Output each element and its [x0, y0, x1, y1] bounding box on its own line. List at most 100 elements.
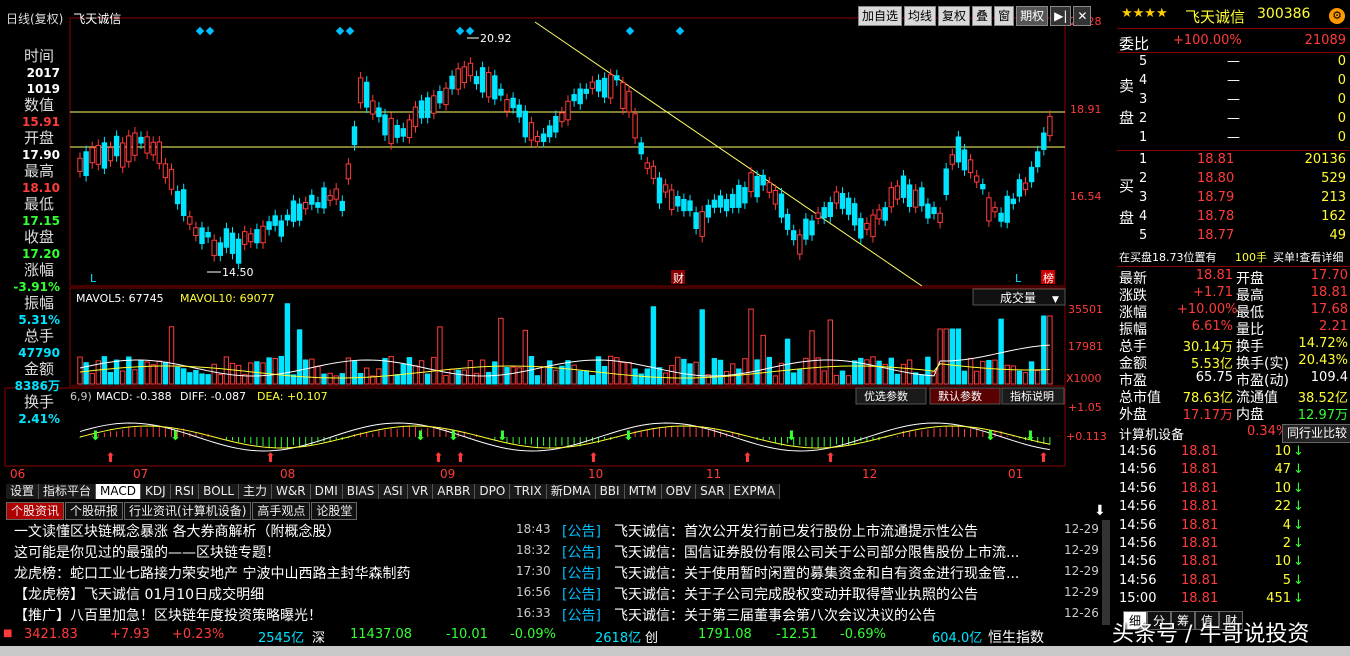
options-button[interactable]: 期权: [1016, 6, 1049, 26]
tick-price: 18.81: [1181, 572, 1219, 588]
adjust-button[interactable]: 复权: [938, 6, 971, 26]
quote-row: 振幅 6.61% 量比 2.21: [1117, 319, 1350, 338]
volume-axis-label: 17981: [1068, 340, 1103, 353]
news-scrollbar[interactable]: [1102, 520, 1110, 625]
announcement-link[interactable]: 飞天诚信：关于使用暂时闲置的募集资金和自有资金进行现金管...: [614, 563, 1019, 583]
announcement-link[interactable]: 飞天诚信：关于第三届董事会第八次会议决议的公告: [614, 605, 936, 625]
news-date: 12-29: [1064, 564, 1099, 578]
sell-signal-icon: ⬇: [170, 429, 181, 444]
indicator-tab[interactable]: MACD: [96, 484, 142, 499]
volume-bar: [138, 360, 144, 385]
news-tab[interactable]: 个股资讯: [6, 502, 65, 520]
indicator-tab[interactable]: TRIX: [510, 484, 547, 499]
announcement-link[interactable]: 飞天诚信：首次公开发行前已发行股份上市流通提示性公告: [614, 521, 978, 541]
indicator-tab[interactable]: KDJ: [141, 484, 171, 499]
volume-bar: [723, 370, 730, 385]
sector-name[interactable]: 计算机设备: [1119, 424, 1184, 443]
buy-level-row: 5 18.77 49: [1117, 228, 1350, 246]
tick-direction-icon: ↓: [1293, 499, 1304, 515]
window-button[interactable]: 窗: [994, 6, 1015, 26]
indicator-tab[interactable]: VR: [407, 484, 434, 499]
volume-bar: [547, 360, 553, 385]
indicator-tab[interactable]: DPO: [475, 484, 511, 499]
volume-bar: [565, 360, 571, 385]
volume-bar: [1047, 315, 1053, 385]
candle-body: [199, 227, 205, 245]
order-detail-link[interactable]: 买单!查看详细: [1273, 249, 1343, 265]
volume-bar: [144, 361, 150, 385]
volume-bar: [662, 372, 669, 385]
ma-button[interactable]: 均线: [904, 6, 937, 26]
indicator-tab[interactable]: 设置: [6, 484, 40, 499]
sell-volume: 0: [1337, 111, 1346, 126]
candle-body: [309, 194, 315, 205]
indicator-tab[interactable]: 新DMA: [546, 484, 596, 499]
settings-icon[interactable]: ⚙: [1329, 8, 1345, 24]
news-time: 18:43: [516, 522, 551, 536]
close-icon[interactable]: ✕: [1073, 6, 1092, 26]
quote-value: +1.71: [1193, 285, 1233, 300]
candle-body: [339, 200, 346, 212]
indicator-tab[interactable]: DMI: [310, 484, 343, 499]
month-axis-label: 07: [133, 467, 148, 481]
volume-bar: [394, 374, 400, 385]
info-label: 最低: [24, 195, 55, 213]
info-label: 收盘: [24, 228, 55, 246]
news-tab[interactable]: 高手观点: [252, 502, 311, 520]
candle-body: [559, 112, 565, 123]
indicator-tab[interactable]: RSI: [170, 484, 200, 499]
indicator-tab[interactable]: 主力: [239, 484, 273, 499]
indicator-tab[interactable]: OBV: [661, 484, 697, 499]
announcement-link[interactable]: 飞天诚信：国信证券股份有限公司关于公司部分限售股份上市流...: [614, 542, 1019, 562]
candle-body: [571, 94, 577, 102]
add-watchlist-button[interactable]: 加自选: [858, 6, 903, 26]
indicator-tab[interactable]: ARBR: [433, 484, 476, 499]
volume-bar: [601, 365, 608, 385]
download-icon[interactable]: ⬇: [1094, 503, 1106, 519]
kline-chart-area[interactable]: 21.2818.9116.5420.9214.50L财L榜MAVOL5: 677…: [0, 0, 1117, 484]
indicator-tab[interactable]: BIAS: [342, 484, 380, 499]
news-headline-link[interactable]: 这可能是你见过的最强的——区块链专题！: [14, 542, 280, 562]
news-headline-link[interactable]: 龙虎榜：蛇口工业七路接力荣安地产 宁波中山西路主封华森制药: [14, 563, 410, 583]
volume-bar: [181, 368, 187, 385]
volume-bar: [327, 372, 333, 385]
news-headline-link[interactable]: 【龙虎榜】飞天诚信 01月10日成交明细: [14, 584, 264, 604]
news-tab[interactable]: 论股堂: [311, 502, 358, 520]
candle-body: [791, 230, 797, 241]
candle-body: [931, 207, 937, 215]
overlay-button[interactable]: 叠: [972, 6, 993, 26]
candle-body: [370, 100, 376, 115]
announcement-link[interactable]: 飞天诚信：关于子公司完成股权变动并取得营业执照的公告: [614, 584, 978, 604]
volume-bar: [937, 328, 943, 385]
indicator-tab[interactable]: ASI: [379, 484, 408, 499]
volume-bar: [296, 329, 303, 385]
play-icon[interactable]: ▶|: [1050, 6, 1072, 26]
indicator-tab[interactable]: EXPMA: [729, 484, 781, 499]
indicator-tab[interactable]: W&R: [272, 484, 311, 499]
industry-compare-button[interactable]: 同行业比较: [1282, 424, 1350, 443]
volume-bar: [248, 362, 254, 385]
volume-bar: [437, 326, 443, 385]
tick-row: 14:56 18.81 4 ↓: [1117, 518, 1350, 536]
indicator-tab[interactable]: 指标平台: [39, 484, 97, 499]
indicator-tab[interactable]: MTM: [624, 484, 662, 499]
volume-bar: [876, 360, 882, 385]
news-tab[interactable]: 行业资讯(计算机设备): [124, 502, 252, 520]
volume-bar: [827, 319, 833, 385]
candle-body: [632, 113, 638, 139]
month-axis-label: 11: [706, 467, 721, 481]
indicator-tab[interactable]: SAR: [696, 484, 730, 499]
sh-pct: +0.23%: [172, 627, 225, 642]
candle-body: [797, 234, 803, 255]
price-axis-label: 16.54: [1070, 190, 1102, 203]
news-headline-link[interactable]: 一文读懂区块链概念暴涨 各大券商解析（附概念股）: [14, 521, 340, 541]
news-tag: [公告]: [562, 566, 601, 582]
news-headline-link[interactable]: 【推广】八百里加急！区块链年度投资策略曝光！: [14, 605, 322, 625]
indicator-tab[interactable]: BOLL: [199, 484, 240, 499]
sell-signal-icon: ⬇: [415, 429, 426, 444]
sell-level-row: 3 — 0: [1117, 92, 1350, 110]
volume-bar: [449, 368, 455, 385]
candle-body: [723, 199, 730, 212]
news-tab[interactable]: 个股研报: [65, 502, 124, 520]
indicator-tab[interactable]: BBI: [595, 484, 625, 499]
